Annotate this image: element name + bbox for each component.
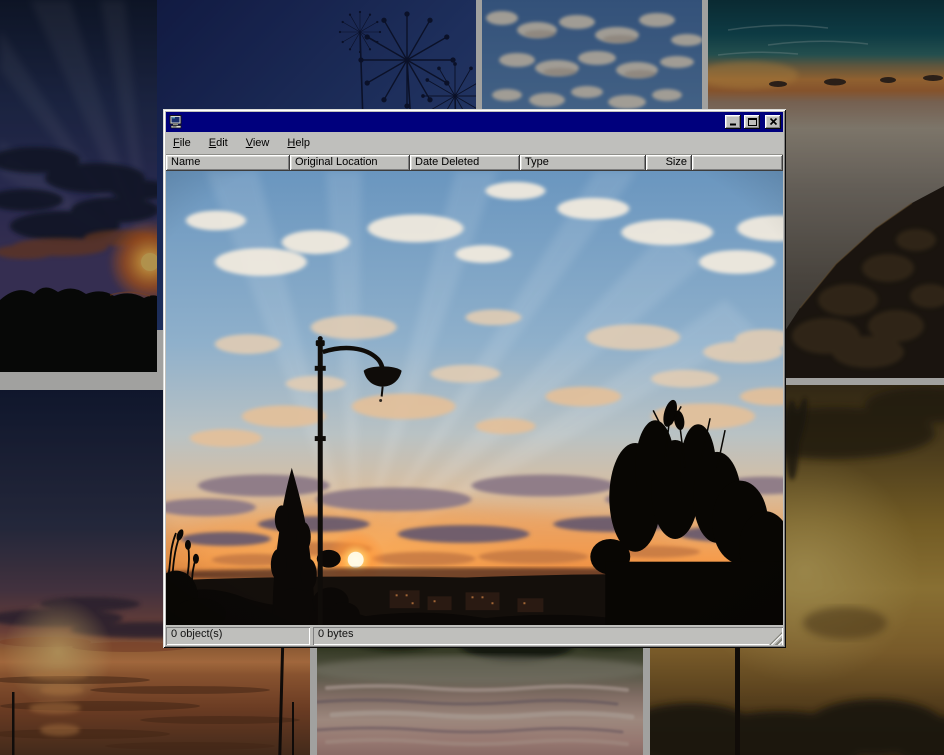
recycle-bin-window: File Edit View Help Name Original Locati…	[163, 109, 786, 648]
status-object-count: 0 object(s)	[166, 627, 310, 645]
menu-help[interactable]: Help	[287, 137, 310, 149]
column-header-original-location[interactable]: Original Location	[290, 155, 410, 171]
sunset-streetlamp-photo	[166, 171, 783, 625]
desktop-screen: File Edit View Help Name Original Locati…	[0, 0, 944, 755]
menu-view[interactable]: View	[246, 137, 270, 149]
window-titlebar[interactable]	[166, 112, 783, 132]
maximize-button[interactable]	[744, 115, 760, 129]
minimize-icon	[729, 118, 738, 126]
column-header-row: Name Original Location Date Deleted Type…	[166, 155, 783, 171]
column-header-type[interactable]: Type	[520, 155, 646, 171]
menu-bar: File Edit View Help	[166, 132, 783, 155]
close-button[interactable]	[765, 115, 781, 129]
maximize-icon	[748, 118, 757, 126]
file-list-viewport[interactable]	[166, 171, 783, 625]
column-header-date-deleted[interactable]: Date Deleted	[410, 155, 520, 171]
column-header-filler[interactable]	[692, 155, 783, 171]
menu-file[interactable]: File	[173, 137, 191, 149]
minimize-button[interactable]	[725, 115, 741, 129]
close-icon	[769, 118, 778, 126]
column-header-name[interactable]: Name	[166, 155, 290, 171]
menu-edit[interactable]: Edit	[209, 137, 228, 149]
computer-icon[interactable]	[168, 114, 184, 130]
status-bar: 0 object(s) 0 bytes	[166, 625, 783, 645]
status-byte-count: 0 bytes	[313, 627, 783, 645]
column-header-size[interactable]: Size	[646, 155, 692, 171]
